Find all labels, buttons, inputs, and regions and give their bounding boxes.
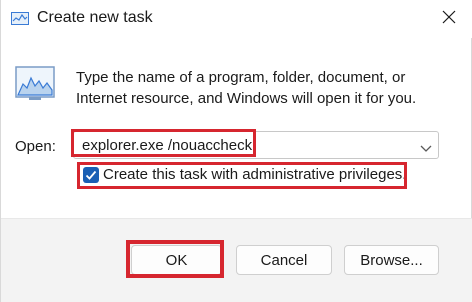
chevron-down-icon[interactable] [420,140,432,152]
close-icon [442,10,456,29]
performance-graph-icon [15,66,55,102]
title-bar: Create new task [1,0,472,38]
open-label: Open: [15,138,56,155]
admin-privileges-checkbox[interactable] [83,167,99,183]
checkmark-icon [85,170,97,180]
open-input[interactable]: explorer.exe /nouaccheck [82,137,252,154]
create-new-task-dialog: Create new task Type the name of a progr… [0,0,472,302]
ok-button[interactable]: OK [131,245,222,275]
browse-button[interactable]: Browse... [344,245,439,275]
admin-privileges-label[interactable]: Create this task with administrative pri… [103,166,406,183]
task-manager-icon [11,12,29,25]
open-combobox[interactable]: explorer.exe /nouaccheck [73,131,439,159]
window-title: Create new task [37,9,153,26]
cancel-button[interactable]: Cancel [236,245,332,275]
dialog-description: Type the name of a program, folder, docu… [76,69,417,107]
close-button[interactable] [433,4,465,34]
